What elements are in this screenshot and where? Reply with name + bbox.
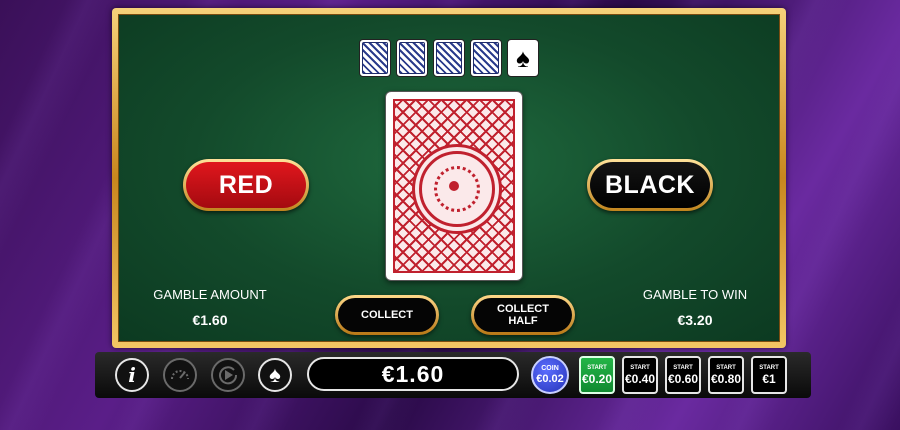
red-button-label: RED [186,162,306,208]
control-bar: i ♠ €1.60 COIN €0.02 START €0.20 START €… [95,352,811,398]
card-back-icon [473,42,499,74]
stake-label: START [716,365,736,371]
card-history: ♠ [359,39,539,77]
balance-display: €1.60 [307,357,519,391]
stake-value: €0.80 [710,372,742,386]
stake-button[interactable]: START €0.60 [665,356,701,394]
history-card-spade: ♠ [507,39,539,77]
stake-value: €0.60 [667,372,699,386]
coin-label: COIN [541,365,559,372]
card-back-icon [399,42,425,74]
black-button-label: BLACK [590,162,710,208]
info-icon[interactable]: i [115,358,149,392]
history-card [359,39,391,77]
history-card [433,39,465,77]
history-card [396,39,428,77]
card-back-pattern [393,99,515,273]
autoplay-icon[interactable] [211,358,245,392]
coin-value-button[interactable]: COIN €0.02 [531,356,569,394]
collect-half-button-label: COLLECT HALF [474,298,572,332]
stake-label: START [630,365,650,371]
gamble-spade-icon[interactable]: ♠ [258,358,292,392]
stake-button[interactable]: START €0.20 [579,356,615,394]
card-back-icon [362,42,388,74]
spade-icon: ♠ [516,43,530,73]
stake-value: €0.40 [624,372,656,386]
card-rosette-icon [419,151,495,227]
spade-icon: ♠ [269,362,281,387]
turbo-speed-icon[interactable] [163,358,197,392]
gamble-card [385,91,523,281]
stake-button[interactable]: START €1 [751,356,787,394]
collect-button[interactable]: COLLECT [335,295,439,335]
stake-value: €1 [762,372,776,386]
stake-label: START [587,365,607,371]
stake-button[interactable]: START €0.80 [708,356,744,394]
black-button[interactable]: BLACK [587,159,713,211]
table-felt: ♠ RED BLACK GAMBLE AMOUNT €1.60 GAMBLE T… [118,14,780,342]
stake-label: START [759,365,779,371]
gamble-to-win-label: GAMBLE TO WIN [642,287,748,302]
collect-button-label: COLLECT [338,298,436,332]
stake-value: €0.20 [581,372,613,386]
history-card [470,39,502,77]
gamble-amount-value: €1.60 [192,312,228,328]
card-back-icon [436,42,462,74]
gamble-table: ♠ RED BLACK GAMBLE AMOUNT €1.60 GAMBLE T… [112,8,786,348]
gamble-amount-label: GAMBLE AMOUNT [153,287,267,302]
gamble-to-win-value: €3.20 [677,312,713,328]
collect-half-button[interactable]: COLLECT HALF [471,295,575,335]
red-button[interactable]: RED [183,159,309,211]
stake-label: START [673,365,693,371]
stake-button[interactable]: START €0.40 [622,356,658,394]
speedometer-icon [171,370,189,380]
info-glyph: i [128,363,136,387]
autoplay-circle-icon [219,366,238,385]
coin-value: €0.02 [536,373,564,385]
